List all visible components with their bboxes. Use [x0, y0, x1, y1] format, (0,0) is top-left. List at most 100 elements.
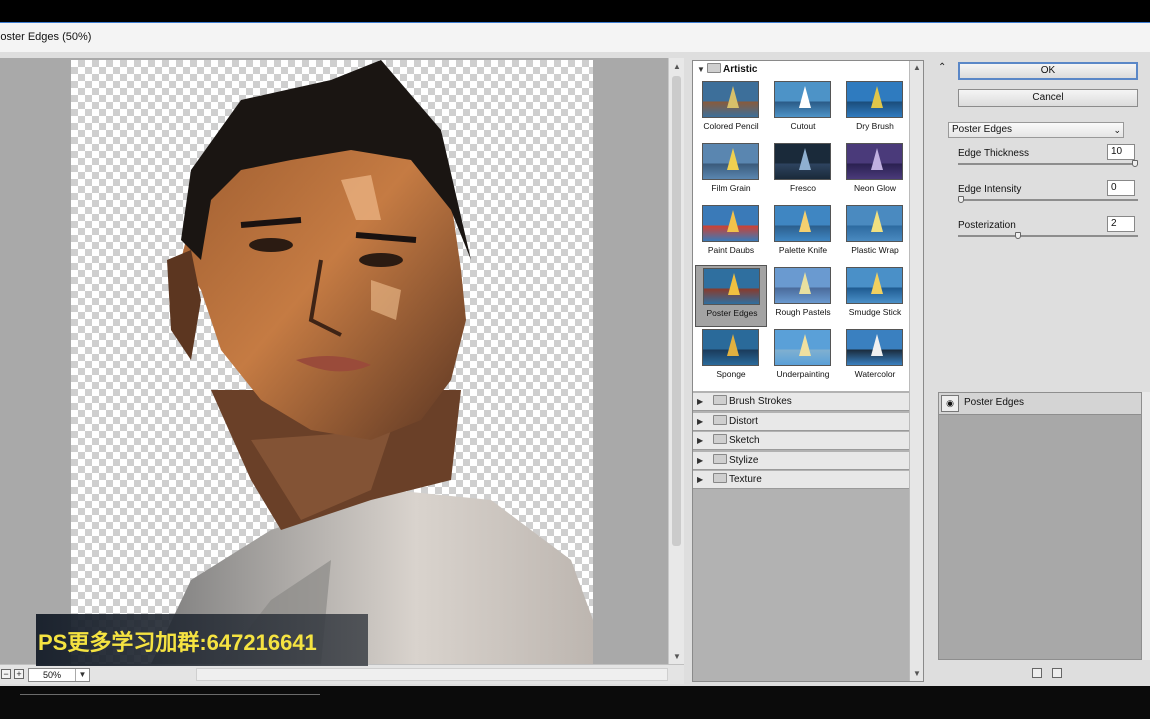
preview-horizontal-scrollbar[interactable] — [196, 668, 668, 681]
preview-vertical-scrollbar[interactable]: ▲ ▼ — [668, 58, 684, 664]
sailboat-icon — [799, 334, 811, 356]
sailboat-icon — [871, 210, 883, 232]
status-divider — [20, 694, 320, 695]
filter-thumb-smudge-stick[interactable]: Smudge Stick — [839, 265, 911, 327]
filter-thumb-label: Neon Glow — [853, 183, 897, 193]
param-value-input[interactable]: 0 — [1107, 180, 1135, 196]
eye-icon[interactable]: ◉ — [941, 395, 959, 412]
filter-thumb-sponge[interactable]: Sponge — [695, 327, 767, 389]
filter-thumb-label: Watercolor — [854, 369, 896, 379]
folder-icon — [713, 473, 727, 483]
category-label: Sketch — [729, 435, 760, 446]
zoom-value: 50% — [43, 670, 62, 680]
zoom-in-button[interactable]: + — [14, 669, 24, 679]
param-posterization: Posterization 2 — [958, 216, 1138, 254]
new-effect-layer-icon[interactable] — [1032, 668, 1042, 678]
category-texture[interactable]: ▶ Texture — [693, 471, 909, 489]
filter-thumb-palette-knife[interactable]: Palette Knife — [767, 203, 839, 265]
category-stylize[interactable]: ▶ Stylize — [693, 451, 909, 470]
sailboat-icon — [727, 86, 739, 108]
triangle-right-icon: ▶ — [697, 455, 704, 465]
effect-layer-row[interactable]: ◉ Poster Edges — [939, 393, 1141, 415]
param-edge-intensity: Edge Intensity 0 — [958, 180, 1138, 218]
sailboat-icon — [871, 272, 883, 294]
filter-thumb-colored-pencil[interactable]: Colored Pencil — [695, 79, 767, 141]
sailboat-icon — [871, 148, 883, 170]
category-sketch[interactable]: ▶ Sketch — [693, 432, 909, 450]
filter-preview-image — [774, 81, 831, 118]
filter-preview-image — [846, 329, 903, 366]
filter-select[interactable]: Poster Edges ⌄ — [948, 122, 1124, 138]
sailboat-icon — [799, 210, 811, 232]
filter-thumb-label: Sponge — [716, 369, 746, 379]
gallery-scrollbar[interactable]: ▲ ▼ — [909, 61, 923, 681]
preview-area[interactable] — [0, 58, 668, 664]
filter-thumb-paint-daubs[interactable]: Paint Daubs — [695, 203, 767, 265]
filter-thumb-underpainting[interactable]: Underpainting — [767, 327, 839, 389]
filter-thumb-label: Colored Pencil — [703, 121, 759, 131]
zoom-out-button[interactable]: − — [1, 669, 11, 679]
collapse-gallery-icon[interactable]: ⌃ — [938, 62, 946, 73]
param-slider-track[interactable] — [958, 163, 1138, 165]
scroll-down-icon[interactable]: ▼ — [669, 650, 685, 664]
trash-icon[interactable] — [1052, 668, 1062, 678]
filter-thumb-neon-glow[interactable]: Neon Glow — [839, 141, 911, 203]
zoom-bar: − + 50% ▼ — [0, 664, 684, 684]
filter-thumb-plastic-wrap[interactable]: Plastic Wrap — [839, 203, 911, 265]
filter-preview-image — [774, 267, 831, 304]
filter-thumb-film-grain[interactable]: Film Grain — [695, 141, 767, 203]
chevron-down-icon[interactable]: ⌄ — [1113, 123, 1121, 137]
filter-thumb-fresco[interactable]: Fresco — [767, 141, 839, 203]
filter-thumb-watercolor[interactable]: Watercolor — [839, 327, 911, 389]
effect-layers-panel: ◉ Poster Edges — [938, 392, 1142, 660]
filter-thumb-label: Rough Pastels — [775, 307, 831, 317]
scroll-down-icon[interactable]: ▼ — [909, 667, 925, 681]
category-artistic[interactable]: ▼ Artistic — [697, 62, 757, 78]
param-slider-knob[interactable] — [1132, 160, 1138, 167]
ok-button[interactable]: OK — [958, 62, 1138, 80]
filter-preview-image — [774, 143, 831, 180]
param-slider-track[interactable] — [958, 199, 1138, 201]
watermark-text: PS更多学习加群:647216641 — [38, 630, 317, 655]
sailboat-icon — [727, 334, 739, 356]
filter-thumb-poster-edges[interactable]: Poster Edges — [695, 265, 767, 327]
preview-canvas[interactable] — [71, 60, 593, 664]
category-brush-strokes[interactable]: ▶ Brush Strokes — [693, 393, 909, 411]
filter-preview-image — [846, 81, 903, 118]
filter-thumb-label: Palette Knife — [778, 245, 828, 255]
filter-gallery-dialog: ▲ ▼ − + 50% ▼ PS更多学习加群:647216641 ▼ Artist… — [0, 52, 1150, 686]
layers-scrollbar[interactable] — [1142, 392, 1150, 660]
category-distort[interactable]: ▶ Distort — [693, 412, 909, 431]
filter-thumb-rough-pastels[interactable]: Rough Pastels — [767, 265, 839, 327]
filter-thumb-dry-brush[interactable]: Dry Brush — [839, 79, 911, 141]
filter-thumb-label: Underpainting — [776, 369, 830, 379]
param-edge-thickness: Edge Thickness 10 — [958, 144, 1138, 182]
param-slider-knob[interactable] — [1015, 232, 1021, 239]
folder-icon — [713, 453, 727, 464]
param-value-input[interactable]: 10 — [1107, 144, 1135, 160]
filter-preview-image — [702, 205, 759, 242]
param-slider-knob[interactable] — [958, 196, 964, 203]
title-bar: Poster Edges (50%) — [0, 22, 1150, 52]
filter-thumb-label: Dry Brush — [856, 121, 894, 131]
filter-preview-image — [702, 143, 759, 180]
sailboat-icon — [799, 86, 811, 108]
sailboat-icon — [728, 273, 740, 295]
folder-icon — [713, 395, 727, 405]
sailboat-icon — [871, 334, 883, 356]
cancel-button[interactable]: Cancel — [958, 89, 1138, 107]
scroll-up-icon[interactable]: ▲ — [909, 61, 925, 75]
filter-thumb-label: Smudge Stick — [848, 307, 902, 317]
chevron-down-icon[interactable]: ▼ — [75, 669, 89, 681]
param-label: Edge Thickness — [958, 148, 1029, 159]
scroll-thumb[interactable] — [672, 76, 681, 546]
param-value-input[interactable]: 2 — [1107, 216, 1135, 232]
zoom-select[interactable]: 50% ▼ — [28, 668, 90, 682]
scroll-up-icon[interactable]: ▲ — [669, 60, 685, 74]
param-slider-track[interactable] — [958, 235, 1138, 237]
layer-tools — [1032, 668, 1072, 680]
sailboat-icon — [727, 148, 739, 170]
filter-preview-image — [846, 267, 903, 304]
filter-thumb-label: Poster Edges — [706, 308, 758, 318]
filter-thumb-cutout[interactable]: Cutout — [767, 79, 839, 141]
